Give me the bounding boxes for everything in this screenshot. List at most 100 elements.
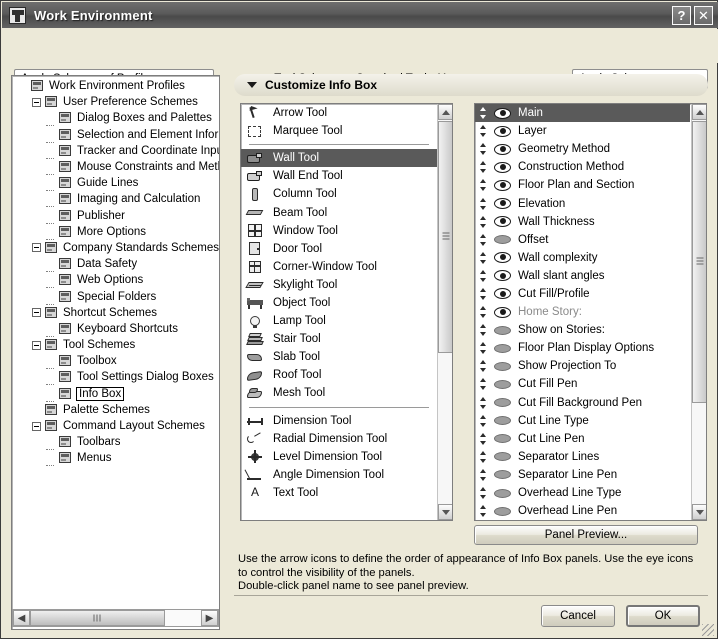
tree-item-info-box[interactable]: Info Box — [12, 386, 220, 402]
eye-closed-icon[interactable] — [494, 433, 511, 444]
eye-open-icon[interactable] — [494, 180, 511, 191]
hscroll-thumb[interactable] — [30, 610, 165, 626]
eye-open-icon[interactable] — [494, 144, 511, 155]
reorder-arrows-icon[interactable] — [479, 178, 488, 192]
reorder-arrows-icon[interactable] — [479, 323, 488, 337]
reorder-arrows-icon[interactable] — [479, 197, 488, 211]
tree-item-palette-schemes[interactable]: Palette Schemes — [12, 402, 220, 418]
tool-list-item[interactable]: Mesh Tool — [241, 384, 437, 402]
reorder-arrows-icon[interactable] — [479, 215, 488, 229]
reorder-arrows-icon[interactable] — [479, 251, 488, 265]
tool-list-item[interactable]: Wall Tool — [241, 149, 437, 167]
eye-closed-icon[interactable] — [494, 415, 511, 426]
reorder-arrows-icon[interactable] — [479, 377, 488, 391]
tree-item-tracker-and-coordinate-inpu[interactable]: Tracker and Coordinate Inpu — [12, 143, 220, 159]
reorder-arrows-icon[interactable] — [479, 359, 488, 373]
tree-item-web-options[interactable]: Web Options — [12, 272, 220, 288]
tree-item-dialog-boxes-and-palettes[interactable]: Dialog Boxes and Palettes — [12, 110, 220, 126]
tool-list-item[interactable]: Level Dimension Tool — [241, 448, 437, 466]
close-icon[interactable]: ✕ — [694, 6, 713, 25]
info-box-panel-item[interactable]: Construction Method — [475, 158, 690, 176]
tree-item-data-safety[interactable]: Data Safety — [12, 256, 220, 272]
tree-item-shortcut-schemes[interactable]: Shortcut Schemes — [12, 305, 220, 321]
tool-list-item[interactable]: Beam Tool — [241, 203, 437, 221]
scroll-up-icon[interactable] — [692, 104, 707, 120]
reorder-arrows-icon[interactable] — [479, 287, 488, 301]
tool-list-scrollbar[interactable] — [437, 104, 452, 520]
tool-list-item[interactable]: Radial Dimension Tool — [241, 430, 437, 448]
tool-list-item[interactable]: Marquee Tool — [241, 122, 437, 140]
reorder-arrows-icon[interactable] — [479, 341, 488, 355]
reorder-arrows-icon[interactable] — [479, 106, 488, 120]
info-box-panel-item[interactable]: Separator Line Pen — [475, 466, 690, 484]
tree-item-company-standards-schemes[interactable]: Company Standards Schemes — [12, 240, 220, 256]
tree-item-tool-schemes[interactable]: Tool Schemes — [12, 337, 220, 353]
tree-item-special-folders[interactable]: Special Folders — [12, 288, 220, 304]
info-box-panel-item[interactable]: Overhead Line Type — [475, 484, 690, 502]
eye-open-icon[interactable] — [494, 307, 511, 318]
eye-open-icon[interactable] — [494, 288, 511, 299]
info-box-panel-item[interactable]: Wall slant angles — [475, 267, 690, 285]
tool-list-panel[interactable]: Arrow ToolMarquee Tool Wall ToolWall End … — [240, 103, 453, 521]
eye-open-icon[interactable] — [494, 162, 511, 173]
eye-closed-icon[interactable] — [494, 488, 511, 499]
eye-closed-icon[interactable] — [494, 469, 511, 480]
collapse-toggle-icon[interactable] — [32, 243, 41, 252]
tree-item-user-preference-schemes[interactable]: User Preference Schemes — [12, 94, 220, 110]
reorder-arrows-icon[interactable] — [479, 414, 488, 428]
tool-list-item[interactable]: Arrow Tool — [241, 104, 437, 122]
tool-list-item[interactable]: Wall End Tool — [241, 167, 437, 185]
info-box-panel-item[interactable]: Cut Fill Pen — [475, 375, 690, 393]
eye-open-icon[interactable] — [494, 198, 511, 209]
tree-item-menus[interactable]: Menus — [12, 450, 220, 466]
tree-item-imaging-and-calculation[interactable]: Imaging and Calculation — [12, 191, 220, 207]
tool-list-item[interactable]: Door Tool — [241, 240, 437, 258]
info-box-panel-item[interactable]: Geometry Method — [475, 140, 690, 158]
customize-info-box-section-header[interactable]: Customize Info Box — [234, 74, 708, 96]
tool-list-item[interactable]: Dimension Tool — [241, 412, 437, 430]
info-box-panel-item[interactable]: Elevation — [475, 194, 690, 212]
reorder-arrows-icon[interactable] — [479, 450, 488, 464]
reorder-arrows-icon[interactable] — [479, 124, 488, 138]
eye-closed-icon[interactable] — [494, 343, 511, 354]
tree-item-toolbox[interactable]: Toolbox — [12, 353, 220, 369]
tree-item-selection-and-element-inform[interactable]: Selection and Element Inform — [12, 127, 220, 143]
scroll-up-icon[interactable] — [438, 104, 453, 120]
reorder-arrows-icon[interactable] — [479, 233, 488, 247]
reorder-arrows-icon[interactable] — [479, 468, 488, 482]
panel-preview-button[interactable]: Panel Preview... — [474, 525, 698, 545]
info-box-panel-item[interactable]: Cut Fill/Profile — [475, 285, 690, 303]
tree-item-work-environment-profiles[interactable]: Work Environment Profiles — [12, 78, 220, 94]
info-list-scroll-thumb[interactable] — [692, 121, 707, 403]
tool-list-item[interactable]: Object Tool — [241, 294, 437, 312]
tool-list-item[interactable]: AText Tool — [241, 484, 437, 502]
info-box-panel-item[interactable]: Floor Plan and Section — [475, 176, 690, 194]
tool-list-item[interactable]: Roof Tool — [241, 366, 437, 384]
reorder-arrows-icon[interactable] — [479, 432, 488, 446]
eye-closed-icon[interactable] — [494, 325, 511, 336]
tree-item-guide-lines[interactable]: Guide Lines — [12, 175, 220, 191]
reorder-arrows-icon[interactable] — [479, 305, 488, 319]
info-box-panel-item[interactable]: Wall complexity — [475, 249, 690, 267]
tool-list-item[interactable]: Window Tool — [241, 222, 437, 240]
eye-closed-icon[interactable] — [494, 379, 511, 390]
reorder-arrows-icon[interactable] — [479, 396, 488, 410]
scroll-left-icon[interactable]: ◀ — [13, 610, 30, 626]
eye-open-icon[interactable] — [494, 252, 511, 263]
tree-item-command-layout-schemes[interactable]: Command Layout Schemes — [12, 418, 220, 434]
ok-button[interactable]: OK — [626, 605, 700, 627]
tool-list-item[interactable]: Lamp Tool — [241, 312, 437, 330]
eye-closed-icon[interactable] — [494, 451, 511, 462]
eye-open-icon[interactable] — [494, 270, 511, 281]
reorder-arrows-icon[interactable] — [479, 269, 488, 283]
help-button[interactable]: ? — [672, 6, 691, 25]
tool-list-item[interactable]: Corner-Window Tool — [241, 258, 437, 276]
info-box-panel-item[interactable]: Layer — [475, 122, 690, 140]
tool-list-item[interactable]: Angle Dimension Tool — [241, 466, 437, 484]
info-box-panel-item[interactable]: Main — [475, 104, 690, 122]
collapse-toggle-icon[interactable] — [32, 341, 41, 350]
work-environment-tree[interactable]: Work Environment ProfilesUser Preference… — [11, 75, 220, 630]
info-box-panel-item[interactable]: Wall Thickness — [475, 213, 690, 231]
eye-open-icon[interactable] — [494, 216, 511, 227]
tree-item-more-options[interactable]: More Options — [12, 224, 220, 240]
